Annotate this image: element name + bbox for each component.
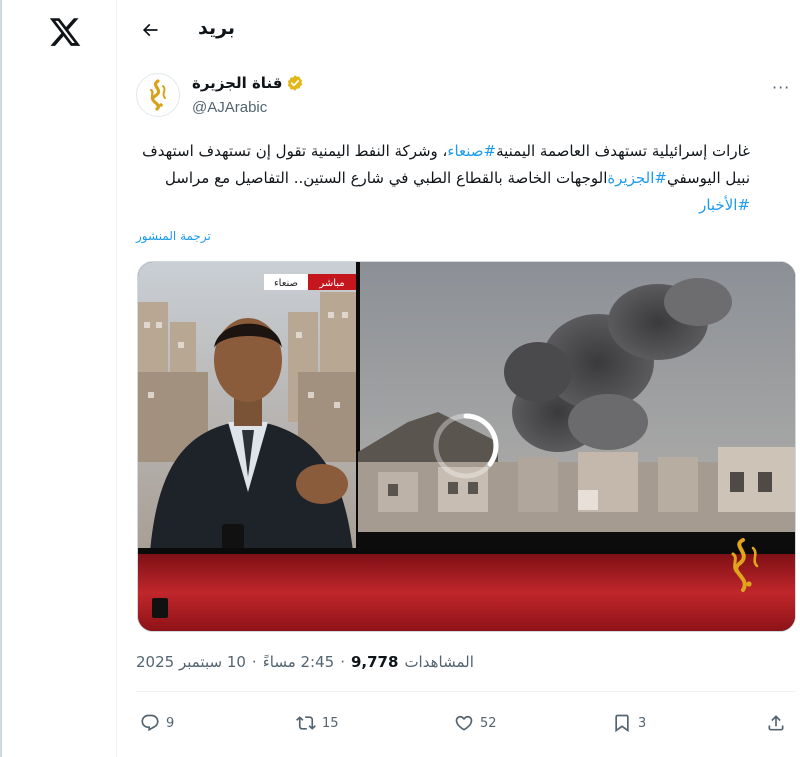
views-label: المشاهدات — [404, 653, 474, 671]
arrow-left-icon — [142, 23, 158, 37]
tweet-text: غارات إسرائيلية تستهدف العاصمة اليمنية#ص… — [136, 138, 750, 219]
reply-count: 9 — [166, 715, 175, 731]
left-sidebar — [0, 0, 117, 757]
al-jazeera-logo-icon — [149, 79, 166, 111]
tweet-line-1: غارات إسرائيلية تستهدف العاصمة اليمنية#ص… — [142, 142, 750, 160]
share-icon — [768, 715, 784, 731]
page-title: بريد — [198, 17, 236, 39]
tweet-line-2: نبيل اليوسفي#الجزيرةالوجهات الخاصة بالقط… — [164, 169, 750, 187]
meta-separator: · — [340, 653, 345, 671]
lower-third-band — [138, 552, 795, 631]
divider — [136, 691, 796, 692]
tweet-meta: المشاهدات 9,778 · 2:45 مساءً · 10 سبتمبر… — [136, 653, 474, 671]
reply-button[interactable]: 9 — [140, 713, 174, 733]
tweet-time[interactable]: 2:45 مساءً — [263, 653, 335, 671]
back-button[interactable] — [136, 16, 164, 44]
hashtag-aljazeera[interactable]: #الجزيرة — [607, 169, 667, 187]
bookmark-icon — [615, 714, 629, 733]
video-frame: مباشر صنعاء — [138, 262, 795, 631]
display-name-text: قناة الجزيرة — [192, 74, 283, 92]
repost-button[interactable]: 15 — [296, 713, 339, 733]
heart-icon — [455, 715, 473, 731]
tweet-line-3: #الأخبار — [136, 192, 750, 219]
more-options-button[interactable]: ··· — [772, 78, 790, 97]
x-logo-icon[interactable] — [47, 15, 83, 49]
like-button[interactable]: 52 — [454, 713, 497, 733]
share-button[interactable] — [766, 713, 786, 733]
author-handle[interactable]: @AJArabic — [192, 99, 267, 116]
tweet-video[interactable]: مباشر صنعاء — [137, 261, 796, 632]
location-badge-text: صنعاء — [274, 278, 298, 289]
verified-badge-icon — [288, 75, 303, 91]
hashtag-sanaa[interactable]: #صنعاء — [447, 142, 496, 160]
live-badge-text: مباشر — [318, 278, 344, 289]
meta-separator-2: · — [251, 653, 257, 671]
views-count[interactable]: 9,778 — [351, 653, 398, 671]
translate-post-link[interactable]: ترجمة المنشور — [136, 229, 211, 243]
page-header: بريد — [118, 0, 800, 60]
reply-icon — [141, 714, 159, 732]
avatar[interactable] — [136, 73, 180, 117]
hashtag-news[interactable]: #الأخبار — [699, 196, 750, 214]
bookmark-button[interactable]: 3 — [612, 713, 646, 733]
bookmark-count: 3 — [638, 715, 647, 731]
repost-count: 15 — [322, 715, 339, 731]
author-display-name[interactable]: قناة الجزيرة — [192, 74, 304, 92]
repost-icon — [296, 716, 316, 730]
channel-bug — [152, 598, 168, 618]
like-count: 52 — [480, 715, 497, 731]
tweet-date[interactable]: 10 سبتمبر 2025 — [136, 653, 246, 671]
